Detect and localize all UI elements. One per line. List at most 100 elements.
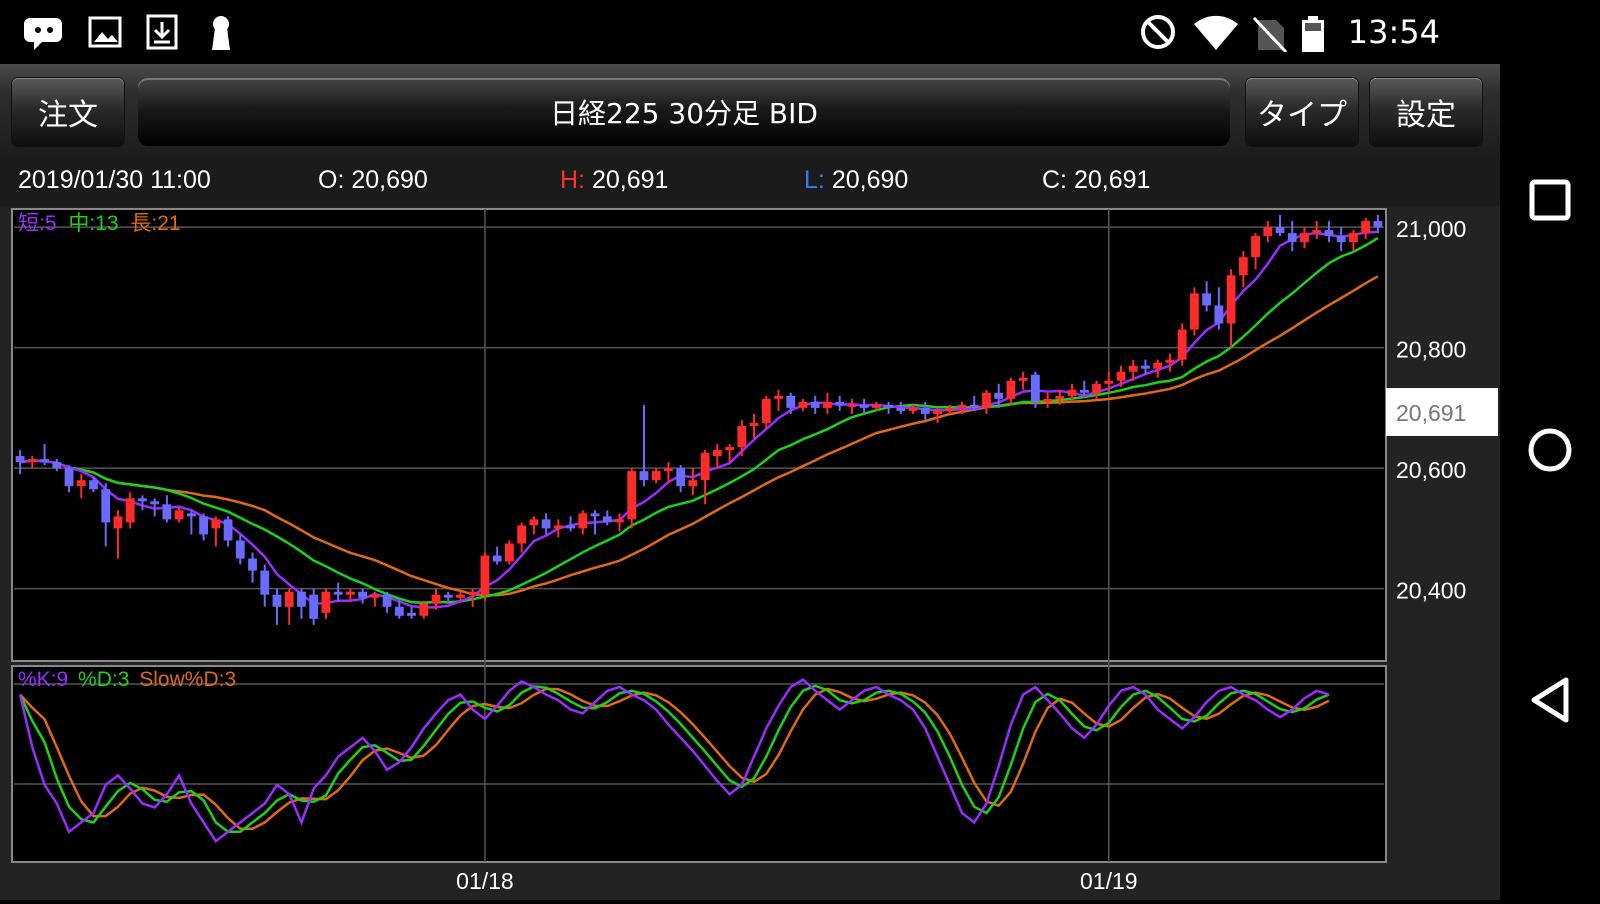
candle-down	[248, 558, 257, 571]
candle-down	[1324, 230, 1334, 237]
candle-down	[1202, 293, 1212, 306]
candle-up	[688, 480, 698, 487]
back-button[interactable]	[1520, 670, 1580, 730]
keyhole-icon	[212, 16, 230, 50]
candle-down	[639, 471, 649, 481]
candle-down	[676, 468, 686, 487]
image-icon	[88, 16, 122, 48]
square-icon	[1529, 179, 1571, 221]
candle-down	[994, 392, 1004, 399]
candle-up	[957, 404, 967, 408]
candle-down	[492, 555, 502, 562]
candle-up	[725, 447, 734, 451]
y-tick-label: 20,800	[1396, 337, 1466, 363]
candle-up	[529, 519, 539, 526]
y-tick-label: 20,400	[1396, 578, 1466, 604]
high-label: H:	[560, 166, 585, 194]
toolbar: 注文 日経225 30分足 BID タイプ 設定	[0, 64, 1500, 160]
candle-up	[627, 471, 637, 520]
status-right-icon-strip	[1140, 15, 1324, 52]
candle-up	[1116, 371, 1126, 381]
candle-down	[1336, 236, 1346, 243]
candle-up	[712, 450, 722, 457]
candle-down	[786, 395, 796, 408]
chart-area[interactable]: 21,000 20,800 20,600 20,400 01/18 01/19 20,69…	[0, 206, 1500, 900]
candle-up	[431, 594, 441, 604]
candle-down	[1141, 365, 1150, 369]
home-button[interactable]	[1520, 420, 1580, 480]
candle-up	[1251, 236, 1260, 258]
candle-down	[309, 594, 319, 619]
candle-down	[566, 525, 575, 529]
stochastic-legend: %K:9 %D:3 Slow%D:3	[18, 668, 236, 691]
candle-down	[1287, 233, 1297, 243]
candle-down	[1030, 374, 1040, 402]
legend-ma-mid: 中:13	[68, 212, 118, 235]
candle-up	[456, 594, 465, 598]
settings-button[interactable]: 設定	[1370, 78, 1482, 146]
candle-down	[810, 401, 820, 408]
candle-up	[553, 525, 563, 529]
ohlc-high: H: 20,691	[560, 166, 668, 195]
candle-up	[1189, 293, 1199, 330]
no-sim-icon	[1252, 16, 1287, 52]
chart-svg[interactable]: 21,000 20,800 20,600 20,400 01/18 01/19 20,69…	[0, 206, 1500, 900]
candle-down	[52, 462, 62, 469]
candle-down	[382, 594, 392, 607]
candle-up	[664, 468, 673, 472]
candle-up	[76, 480, 86, 487]
candle-down	[541, 519, 551, 529]
y-tick-label: 20,600	[1396, 457, 1466, 483]
candle-down	[223, 519, 233, 541]
candle-up	[1067, 389, 1077, 396]
chart-title-bar[interactable]: 日経225 30分足 BID	[138, 78, 1230, 146]
candle-down	[186, 513, 196, 517]
candle-down	[138, 498, 147, 502]
candle-down	[297, 591, 306, 607]
candle-up	[480, 555, 490, 595]
candle-down	[89, 480, 98, 490]
stochastic-panel	[11, 665, 1387, 863]
candle-up	[737, 425, 747, 448]
candle-down	[394, 606, 404, 616]
candle-up	[1092, 383, 1101, 393]
candle-up	[615, 519, 624, 523]
candle-up	[847, 404, 857, 407]
current-price-label: 20,691	[1396, 400, 1466, 426]
y-tick-label: 21,000	[1396, 216, 1466, 242]
candle-up	[945, 407, 955, 411]
triangle-back-icon	[1531, 677, 1569, 723]
candle-down	[859, 404, 869, 408]
recent-apps-button[interactable]	[1520, 170, 1580, 230]
candle-up	[1018, 377, 1028, 381]
type-button[interactable]: タイプ	[1246, 78, 1358, 146]
current-price-tag: 20,691	[1386, 388, 1498, 436]
candle-down	[1214, 305, 1224, 324]
order-button[interactable]: 注文	[12, 78, 124, 146]
low-value: 20,690	[831, 166, 909, 194]
candle-up	[174, 510, 184, 520]
candle-up	[1263, 227, 1273, 237]
candle-up	[1312, 230, 1322, 234]
candle-down	[920, 407, 930, 414]
close-label: C:	[1042, 166, 1067, 194]
x-tick-label: 01/19	[1080, 868, 1138, 894]
candle-up	[211, 519, 221, 529]
candle-down	[235, 540, 245, 559]
low-label: L:	[804, 166, 825, 194]
ohlc-datetime: 2019/01/30 11:00	[18, 166, 211, 194]
wifi-icon	[1193, 15, 1238, 50]
candle-up	[1361, 221, 1371, 234]
candle-up	[370, 594, 380, 598]
candle-down	[407, 612, 416, 616]
open-label: O:	[318, 166, 345, 194]
candle-up	[321, 591, 331, 613]
candle-up	[517, 525, 527, 544]
do-not-disturb-icon	[1140, 15, 1175, 49]
chart-title: 日経225 30分足 BID	[550, 97, 818, 130]
candle-down	[40, 459, 49, 463]
candle-down	[1275, 227, 1285, 234]
candle-down	[1373, 221, 1383, 228]
candle-down	[835, 401, 845, 405]
candle-down	[272, 594, 282, 607]
